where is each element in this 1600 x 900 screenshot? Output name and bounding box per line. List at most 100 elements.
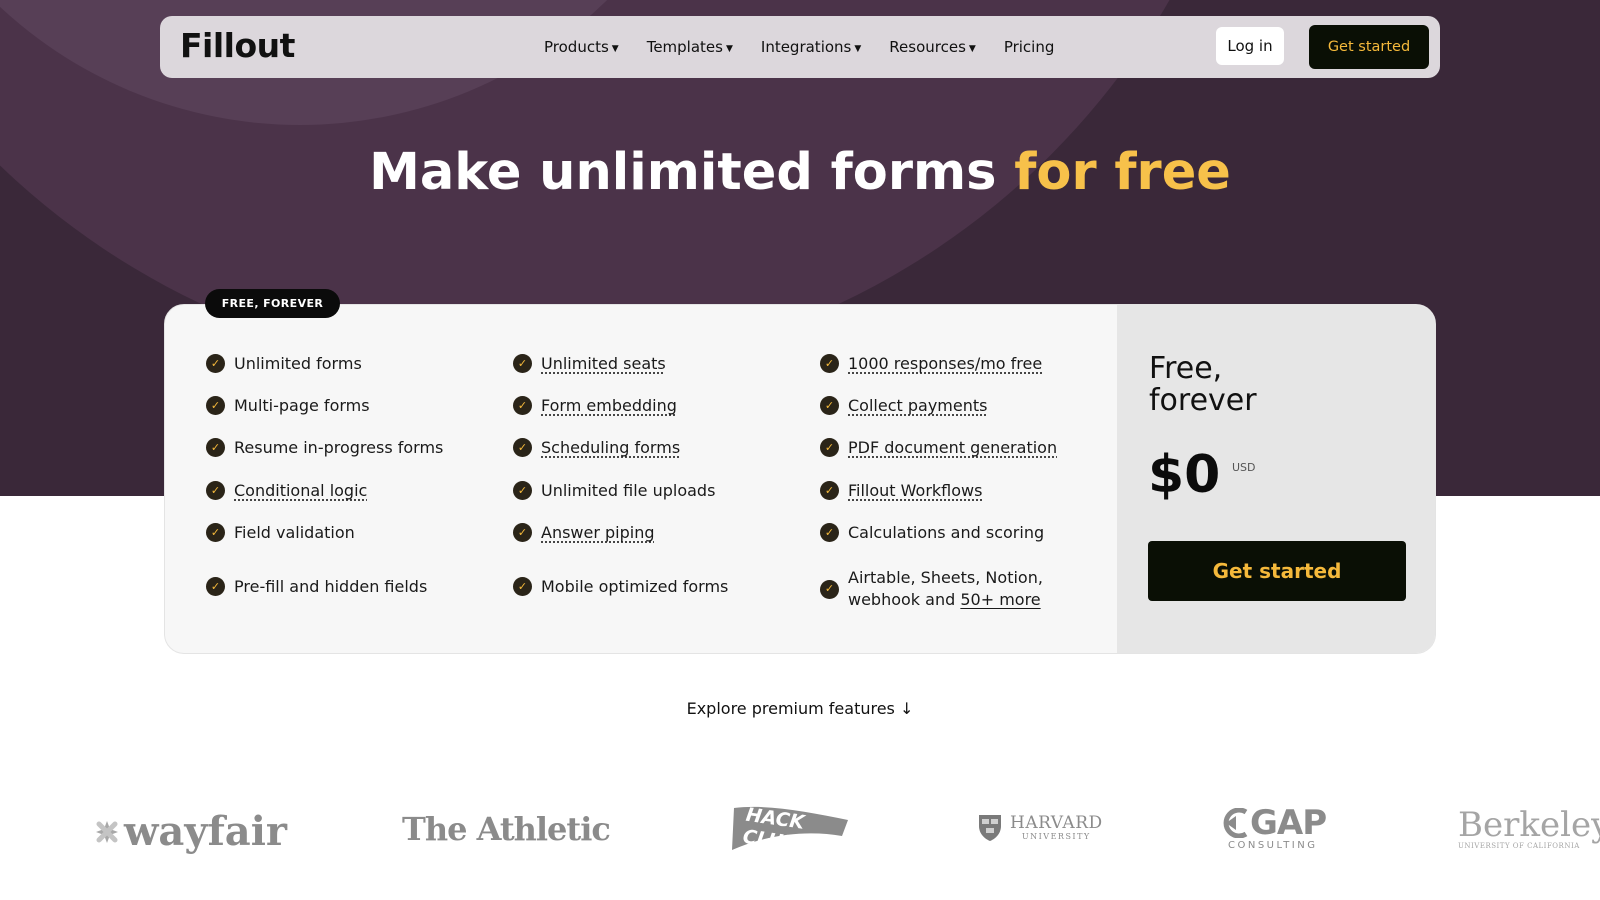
feature-item[interactable]: ✓ Form embedding: [513, 396, 677, 415]
wayfair-wordmark: wayfair: [124, 808, 287, 855]
harvard-logo: HARVARD UNIVERSITY: [978, 814, 1103, 842]
check-icon: ✓: [820, 396, 839, 415]
price-amount: $0: [1148, 445, 1220, 505]
feature-label: Pre-fill and hidden fields: [234, 577, 427, 596]
the-athletic-logo: The Athletic: [402, 810, 610, 848]
feature-item[interactable]: ✓ Answer piping: [513, 523, 655, 542]
integrations-line: webhook and: [848, 590, 960, 609]
get-started-button[interactable]: Get started: [1148, 541, 1406, 601]
pricing-card: ✓ Unlimited forms ✓ Multi-page forms ✓ Resu…: [164, 304, 1436, 654]
nav-item-label: Resources: [889, 38, 966, 56]
harvard-wordmark: HARVARD UNIVERSITY: [1010, 815, 1103, 841]
hero-title: Make unlimited forms for free: [0, 143, 1600, 202]
feature-item[interactable]: ✓ Scheduling forms: [513, 438, 680, 457]
gap-name: GAP: [1250, 806, 1326, 840]
feature-label: Unlimited file uploads: [541, 481, 715, 500]
check-icon: ✓: [206, 354, 225, 373]
feature-item[interactable]: ✓ Unlimited seats: [513, 354, 666, 373]
plan-badge: FREE, FOREVER: [205, 289, 340, 318]
feature-label: Multi-page forms: [234, 396, 370, 415]
berkeley-wordmark: Berkeley UNIVERSITY OF CALIFORNIA: [1458, 808, 1600, 850]
chevron-down-icon: ▼: [726, 44, 733, 54]
gap-arrow-icon: [1222, 808, 1248, 838]
feature-label[interactable]: Fillout Workflows: [848, 481, 982, 500]
feature-label[interactable]: PDF document generation: [848, 438, 1057, 457]
berkeley-logo: Berkeley UNIVERSITY OF CALIFORNIA: [1458, 808, 1600, 850]
feature-label: Field validation: [234, 523, 355, 542]
feature-label[interactable]: Collect payments: [848, 396, 987, 415]
price-title-line: Free,: [1149, 351, 1222, 386]
nav-item-label: Products: [544, 38, 609, 56]
nav-item-templates[interactable]: Templates ▼: [647, 38, 733, 56]
integrations-more-link[interactable]: 50+ more: [960, 590, 1040, 609]
nav-item-label: Integrations: [761, 38, 851, 56]
check-icon: ✓: [513, 577, 532, 596]
feature-label: Resume in-progress forms: [234, 438, 443, 457]
feature-label[interactable]: Form embedding: [541, 396, 677, 415]
feature-item[interactable]: ✓ PDF document generation: [820, 438, 1057, 457]
chevron-down-icon: ▼: [969, 44, 976, 54]
feature-item[interactable]: ✓ Fillout Workflows: [820, 481, 982, 500]
fillout-logo[interactable]: Fillout: [180, 26, 295, 65]
check-icon: ✓: [820, 481, 839, 500]
check-icon: ✓: [820, 523, 839, 542]
price-panel: Free, forever $0 USD Get started: [1117, 305, 1436, 653]
feature-label: Calculations and scoring: [848, 523, 1044, 542]
harvard-shield-icon: [978, 814, 1002, 842]
feature-item-integrations: ✓ Airtable, Sheets, Notion, webhook and …: [820, 567, 1043, 611]
check-icon: ✓: [513, 396, 532, 415]
check-icon: ✓: [513, 354, 532, 373]
feature-label[interactable]: Answer piping: [541, 523, 655, 542]
wayfair-mark-icon: [94, 819, 120, 845]
feature-label: Mobile optimized forms: [541, 577, 728, 596]
feature-label[interactable]: Conditional logic: [234, 481, 367, 500]
nav-item-integrations[interactable]: Integrations ▼: [761, 38, 861, 56]
integrations-text: Airtable, Sheets, Notion, webhook and 50…: [848, 567, 1043, 611]
feature-item: ✓ Resume in-progress forms: [206, 438, 443, 457]
check-icon: ✓: [820, 354, 839, 373]
explore-premium-link[interactable]: Explore premium features ↓: [0, 699, 1600, 718]
check-icon: ✓: [820, 580, 839, 599]
price-title: Free, forever: [1149, 353, 1257, 417]
harvard-name: HARVARD: [1010, 815, 1103, 832]
feature-item: ✓ Calculations and scoring: [820, 523, 1044, 542]
login-button[interactable]: Log in: [1216, 27, 1284, 65]
chevron-down-icon: ▼: [854, 44, 861, 54]
nav-item-pricing[interactable]: Pricing: [1004, 38, 1055, 56]
feature-item: ✓ Unlimited forms: [206, 354, 362, 373]
feature-label[interactable]: Scheduling forms: [541, 438, 680, 457]
feature-label: Unlimited forms: [234, 354, 362, 373]
check-icon: ✓: [513, 481, 532, 500]
nav-item-resources[interactable]: Resources ▼: [889, 38, 976, 56]
harvard-sub: UNIVERSITY: [1010, 832, 1103, 841]
berkeley-sub: UNIVERSITY OF CALIFORNIA: [1458, 842, 1600, 850]
berkeley-name: Berkeley: [1458, 808, 1600, 842]
check-icon: ✓: [206, 396, 225, 415]
check-icon: ✓: [206, 438, 225, 457]
hack-club-logo: HACK CLUB: [728, 804, 850, 850]
feature-item[interactable]: ✓ Conditional logic: [206, 481, 367, 500]
check-icon: ✓: [206, 523, 225, 542]
nav-get-started-button[interactable]: Get started: [1309, 25, 1429, 69]
feature-list: ✓ Unlimited forms ✓ Multi-page forms ✓ Resu…: [165, 305, 1117, 653]
nav-item-products[interactable]: Products ▼: [544, 38, 619, 56]
nav-item-label: Templates: [647, 38, 723, 56]
chevron-down-icon: ▼: [612, 44, 619, 54]
gap-consulting-logo: GAP CONSULTING: [1222, 806, 1326, 851]
customer-logos: wayfair The Athletic HACK CLUB HARVARD U…: [0, 800, 1600, 860]
navbar: Fillout Products ▼ Templates ▼ Integrati…: [160, 16, 1440, 78]
feature-item: ✓ Multi-page forms: [206, 396, 370, 415]
hero-title-main: Make unlimited forms: [369, 143, 1014, 202]
price-currency: USD: [1232, 461, 1256, 474]
check-icon: ✓: [820, 438, 839, 457]
feature-item: ✓ Pre-fill and hidden fields: [206, 577, 427, 596]
feature-item[interactable]: ✓ Collect payments: [820, 396, 987, 415]
feature-item: ✓ Field validation: [206, 523, 355, 542]
gap-sub: CONSULTING: [1228, 840, 1326, 851]
feature-item[interactable]: ✓ 1000 responses/mo free: [820, 354, 1042, 373]
price-title-line: forever: [1149, 383, 1257, 418]
feature-label[interactable]: Unlimited seats: [541, 354, 666, 373]
nav-item-label: Pricing: [1004, 38, 1055, 56]
gap-wordmark: GAP CONSULTING: [1222, 806, 1326, 851]
feature-label[interactable]: 1000 responses/mo free: [848, 354, 1042, 373]
